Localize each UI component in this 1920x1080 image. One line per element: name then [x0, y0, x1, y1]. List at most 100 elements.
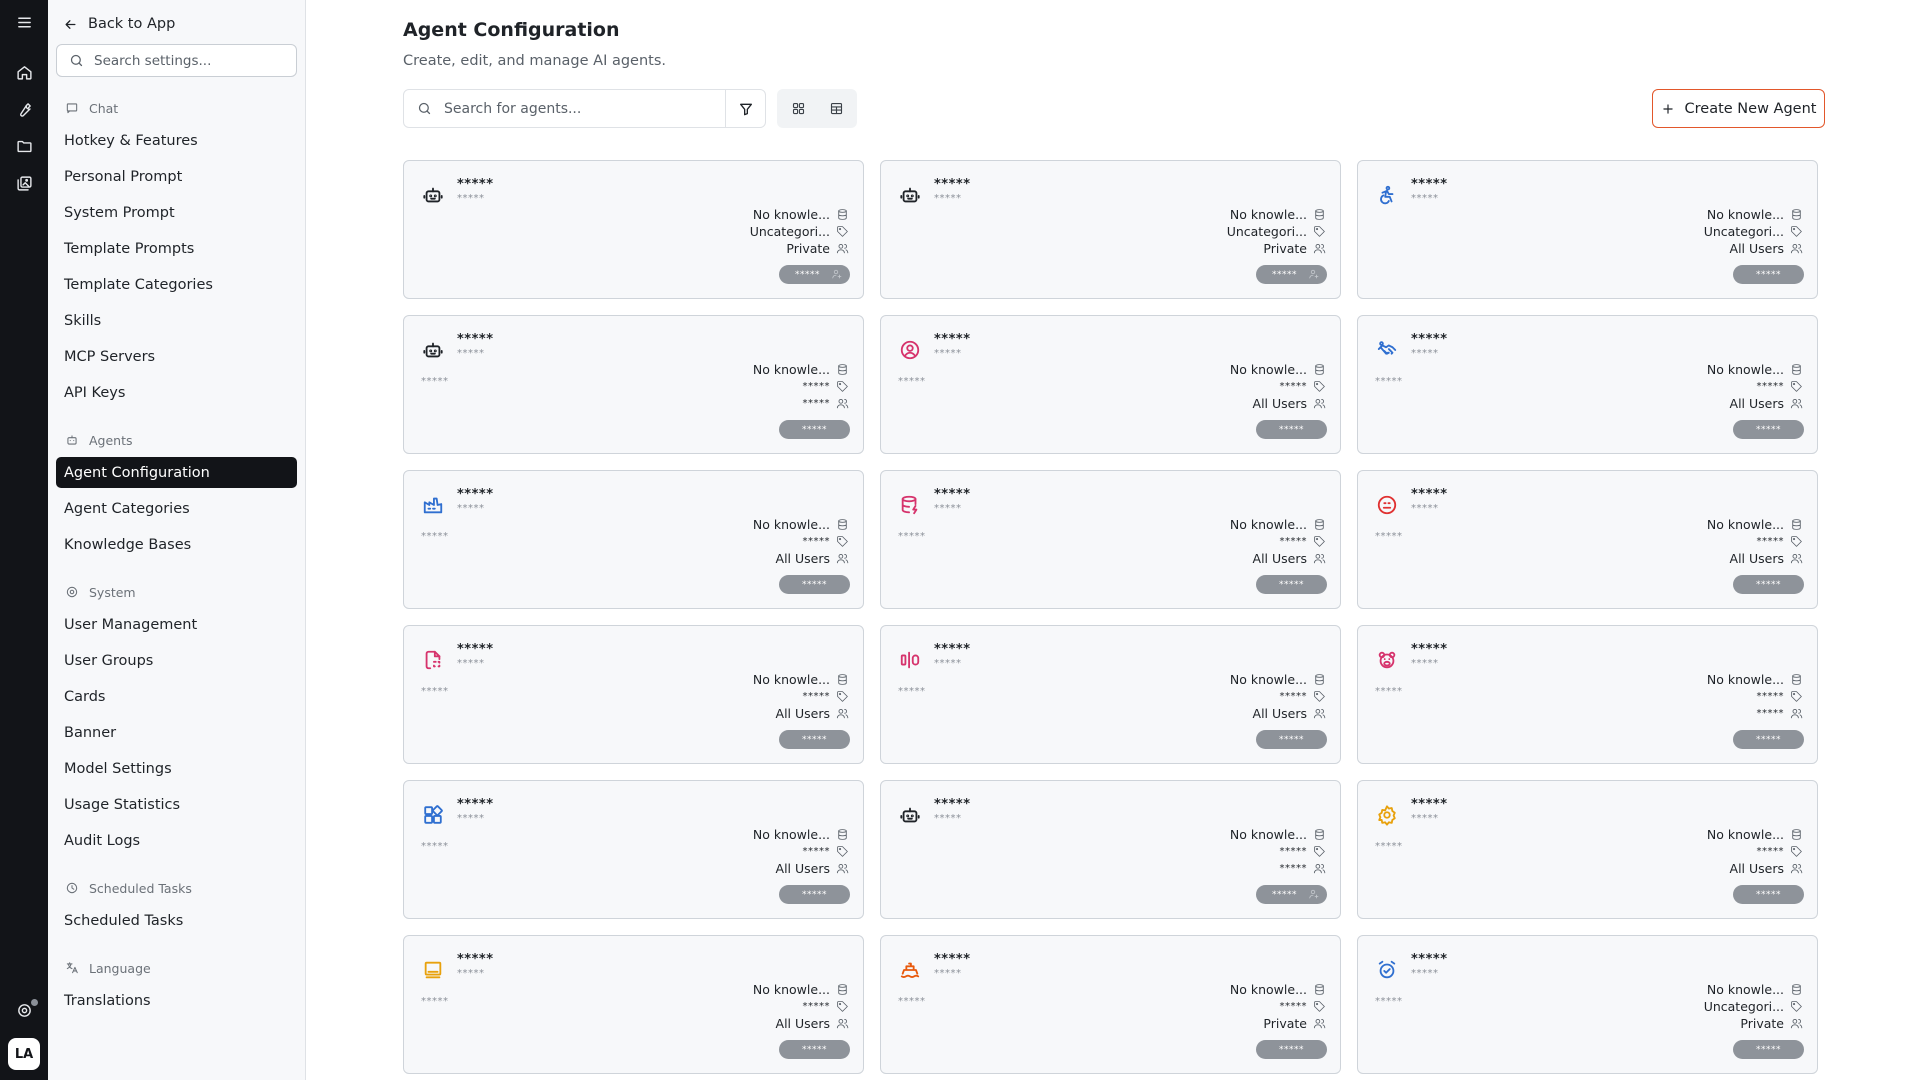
agent-card[interactable]: ***** ***** ***** No knowle... ***** ***** ***… [1357, 625, 1818, 764]
avatar[interactable]: LA [8, 1038, 40, 1070]
user-plus-icon [1308, 888, 1320, 903]
agent-card[interactable]: ***** ***** No knowle... ***** ***** ***** [880, 780, 1341, 919]
main-content: Agent Configuration Create, edit, and ma… [307, 0, 1920, 1080]
agent-subtitle: ***** [457, 193, 485, 204]
nav-item-cards[interactable]: Cards [56, 681, 297, 712]
apps-icon [422, 804, 444, 826]
access-value: Private [1740, 1016, 1784, 1031]
agent-card[interactable]: ***** ***** No knowle... Uncategori... Priva… [880, 160, 1341, 299]
clock-icon [66, 882, 78, 894]
category-meta: ***** [1757, 378, 1804, 395]
agent-name: ***** [934, 797, 971, 812]
agent-card[interactable]: ***** ***** ***** No knowle... Uncategori...… [1357, 935, 1818, 1074]
agent-card[interactable]: ***** ***** ***** No knowle... ***** All User… [403, 780, 864, 919]
nav-item-agent-categories[interactable]: Agent Categories [56, 493, 297, 524]
access-value: All Users [775, 551, 830, 566]
agent-card[interactable]: ***** ***** ***** No knowle... ***** All User… [403, 935, 864, 1074]
agent-card[interactable]: ***** ***** ***** No knowle... ***** All User… [403, 470, 864, 609]
section-title: Agents [89, 432, 133, 448]
agent-card[interactable]: ***** ***** ***** No knowle... ***** All User… [1357, 470, 1818, 609]
create-new-agent-button[interactable]: Create New Agent [1652, 89, 1825, 128]
knowledge-base-value: No knowle... [752, 827, 830, 842]
nav-item-api-keys[interactable]: API Keys [56, 377, 297, 408]
back-to-app-link[interactable]: Back to App [63, 13, 175, 35]
nav-item-usage-statistics[interactable]: Usage Statistics [56, 789, 297, 820]
face-neutral-icon [1376, 494, 1398, 516]
folder-icon[interactable] [8, 130, 40, 162]
settings-search-input[interactable] [94, 52, 284, 69]
access-meta: All Users [776, 1015, 849, 1032]
access-meta: All Users [1253, 550, 1326, 567]
agent-subtitle: ***** [1411, 503, 1439, 514]
nav-item-template-categories[interactable]: Template Categories [56, 269, 297, 300]
category-value: ***** [1279, 536, 1307, 547]
agent-card[interactable]: ***** ***** No knowle... Uncategori... Priva… [403, 160, 864, 299]
agent-subtitle: ***** [457, 348, 485, 359]
agent-card[interactable]: ***** ***** ***** No knowle... ***** All User… [880, 625, 1341, 764]
search-icon [404, 101, 444, 116]
agent-card[interactable]: ***** ***** ***** No knowle... ***** All User… [880, 470, 1341, 609]
nav-item-skills[interactable]: Skills [56, 305, 297, 336]
tag-icon [1314, 691, 1325, 702]
category-meta: ***** [1280, 533, 1327, 550]
status-badge: ***** [1256, 730, 1327, 749]
status-badge-text: ***** [1756, 579, 1781, 590]
filter-button[interactable] [725, 90, 765, 127]
robot-icon [899, 804, 921, 826]
section-title: Chat [89, 100, 119, 116]
tool-icon[interactable] [8, 93, 40, 125]
agent-card[interactable]: ***** ***** ***** No knowle... ***** All User… [880, 315, 1341, 454]
agent-card[interactable]: ***** ***** No knowle... Uncategori... All U… [1357, 160, 1818, 299]
access-value: All Users [1729, 861, 1784, 876]
agent-name: ***** [457, 797, 494, 812]
tag-icon [837, 226, 848, 237]
menu-icon[interactable] [8, 6, 40, 38]
agent-card[interactable]: ***** ***** ***** No knowle... ***** All User… [403, 625, 864, 764]
agent-name: ***** [1411, 642, 1448, 657]
table-view-button[interactable] [819, 93, 853, 124]
knowledge-base-value: No knowle... [1706, 362, 1784, 377]
nav-item-audit-logs[interactable]: Audit Logs [56, 825, 297, 856]
agent-card[interactable]: ***** ***** ***** No knowle... ***** Private *… [880, 935, 1341, 1074]
agent-card[interactable]: ***** ***** ***** No knowle... ***** All User… [1357, 780, 1818, 919]
database-icon [1315, 209, 1324, 220]
database-icon [838, 209, 847, 220]
home-icon[interactable] [8, 56, 40, 88]
agent-subtitle: ***** [934, 968, 962, 979]
access-meta: All Users [776, 860, 849, 877]
status-badge-text: ***** [1756, 269, 1781, 280]
support-icon[interactable] [8, 994, 40, 1026]
access-meta: All Users [1730, 395, 1803, 412]
nav-item-hotkey-features[interactable]: Hotkey & Features [56, 125, 297, 156]
nav-item-mcp-servers[interactable]: MCP Servers [56, 341, 297, 372]
nav-item-template-prompts[interactable]: Template Prompts [56, 233, 297, 264]
nav-item-personal-prompt[interactable]: Personal Prompt [56, 161, 297, 192]
category-value: ***** [1279, 1001, 1307, 1012]
nav-item-translations[interactable]: Translations [56, 985, 297, 1016]
agent-card[interactable]: ***** ***** ***** No knowle... ***** All User… [1357, 315, 1818, 454]
nav-item-model-settings[interactable]: Model Settings [56, 753, 297, 784]
access-meta: All Users [1253, 395, 1326, 412]
agent-card[interactable]: ***** ***** ***** No knowle... ***** ***** ***… [403, 315, 864, 454]
access-value: Private [1263, 241, 1307, 256]
access-value: All Users [1252, 706, 1307, 721]
agent-description: ***** [898, 531, 926, 542]
settings-search[interactable] [56, 44, 297, 77]
access-meta: All Users [776, 550, 849, 567]
nav-item-scheduled-tasks[interactable]: Scheduled Tasks [56, 905, 297, 936]
knowledge-base-meta: No knowle... [1230, 826, 1326, 843]
gallery-icon[interactable] [8, 167, 40, 199]
slideshow-icon [422, 959, 444, 981]
grid-view-button[interactable] [781, 93, 815, 124]
status-badge: ***** [1733, 575, 1804, 594]
nav-item-system-prompt[interactable]: System Prompt [56, 197, 297, 228]
agent-search-input[interactable] [444, 100, 714, 117]
category-value: ***** [1279, 691, 1307, 702]
nav-item-knowledge-bases[interactable]: Knowledge Bases [56, 529, 297, 560]
nav-item-agent-configuration[interactable]: Agent Configuration [56, 457, 297, 488]
category-meta: ***** [1280, 688, 1327, 705]
section-title: Language [89, 960, 151, 976]
nav-item-banner[interactable]: Banner [56, 717, 297, 748]
nav-item-user-groups[interactable]: User Groups [56, 645, 297, 676]
nav-item-user-management[interactable]: User Management [56, 609, 297, 640]
